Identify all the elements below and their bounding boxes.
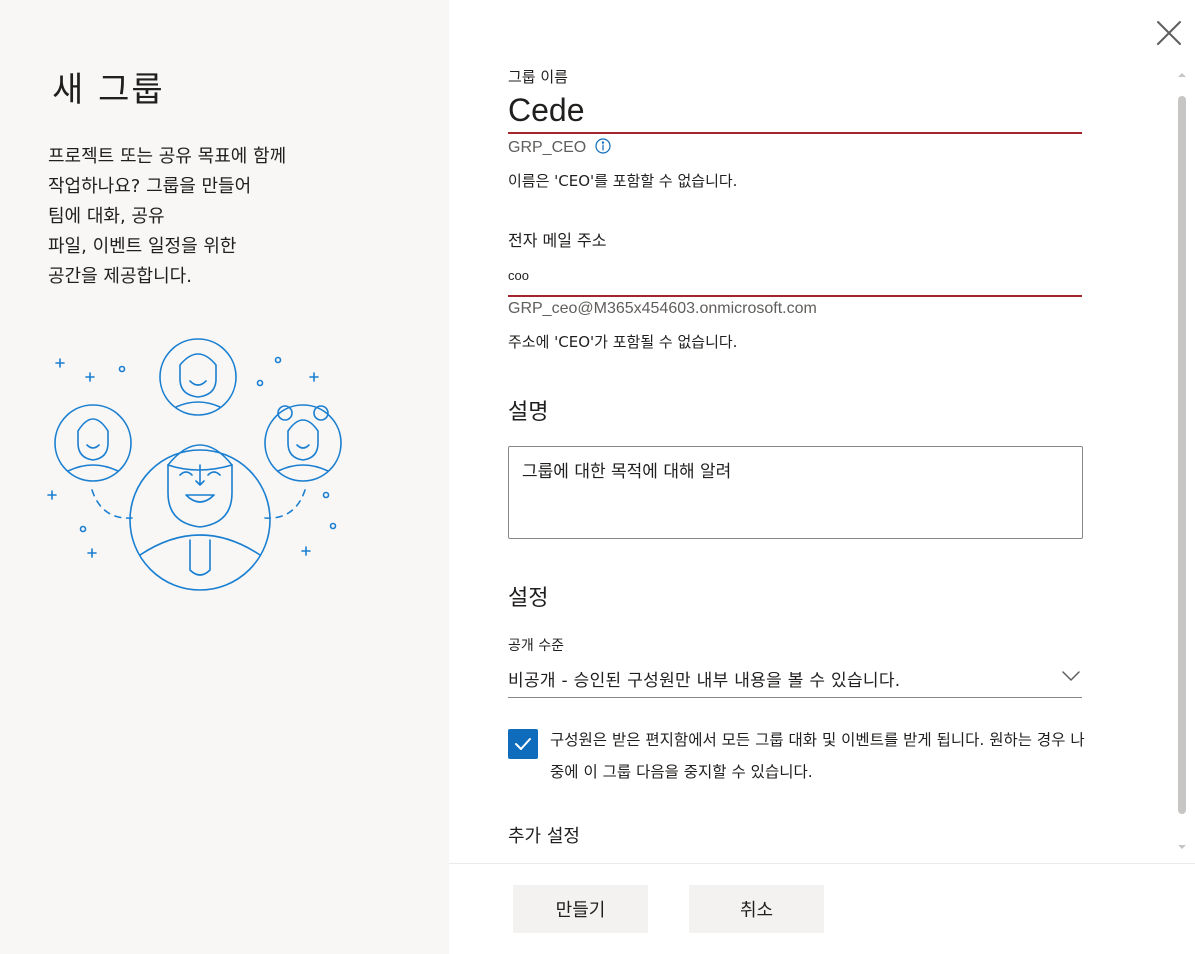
description-title: 설명 bbox=[508, 400, 549, 425]
chevron-down-icon bbox=[1062, 671, 1080, 682]
group-name-underline bbox=[508, 132, 1082, 134]
group-people-illustration bbox=[47, 338, 342, 591]
scroll-up-icon[interactable] bbox=[1177, 70, 1187, 80]
panel-description: 프로젝트 또는 공유 목표에 함께 작업하나요? 그룹을 만들어 팀에 대화, … bbox=[48, 146, 287, 287]
privacy-selected-value: 비공개 - 승인된 구성원만 내부 내용을 볼 수 있습니다. bbox=[508, 671, 901, 691]
email-underline bbox=[508, 295, 1082, 297]
scroll-down-icon[interactable] bbox=[1177, 842, 1187, 852]
cancel-button[interactable]: 취소 bbox=[689, 885, 824, 933]
close-icon[interactable] bbox=[1152, 16, 1186, 50]
left-panel: 새 그룹 프로젝트 또는 공유 목표에 함께 작업하나요? 그룹을 만들어 팀에… bbox=[0, 0, 449, 954]
email-label: 전자 메일 주소 bbox=[508, 231, 607, 250]
group-name-error: 이름은 'CEO'를 포함할 수 없습니다. bbox=[508, 172, 738, 190]
group-alias-text: GRP_CEO bbox=[508, 139, 587, 156]
info-icon[interactable] bbox=[595, 138, 611, 154]
group-name-label: 그룹 이름 bbox=[508, 68, 568, 86]
group-name-input[interactable]: Cede bbox=[508, 92, 585, 129]
email-address-hint: GRP_ceo@M365x454603.onmicrosoft.com bbox=[508, 300, 817, 317]
scroll-thumb[interactable] bbox=[1178, 96, 1186, 814]
subscribe-label: 구성원은 받은 편지함에서 모든 그룹 대화 및 이벤트를 받게 됩니다. 원하… bbox=[550, 731, 1085, 781]
settings-title: 설정 bbox=[508, 586, 549, 611]
group-alias-hint: GRP_CEO bbox=[508, 138, 611, 157]
email-error: 주소에 'CEO'가 포함될 수 없습니다. bbox=[508, 333, 738, 351]
footer-divider bbox=[449, 863, 1195, 864]
more-settings-link[interactable]: 추가 설정 bbox=[508, 822, 580, 848]
description-textarea[interactable]: 그룹에 대한 목적에 대해 알려 bbox=[508, 446, 1083, 539]
email-input[interactable]: coo bbox=[508, 268, 529, 283]
panel-title: 새 그룹 bbox=[52, 70, 165, 110]
privacy-dropdown[interactable]: 비공개 - 승인된 구성원만 내부 내용을 볼 수 있습니다. bbox=[508, 662, 1082, 698]
privacy-label: 공개 수준 bbox=[508, 638, 564, 654]
scrollbar[interactable] bbox=[1173, 66, 1191, 858]
create-button[interactable]: 만들기 bbox=[513, 885, 648, 933]
subscribe-checkbox[interactable] bbox=[508, 729, 538, 759]
checkmark-icon bbox=[515, 738, 531, 750]
